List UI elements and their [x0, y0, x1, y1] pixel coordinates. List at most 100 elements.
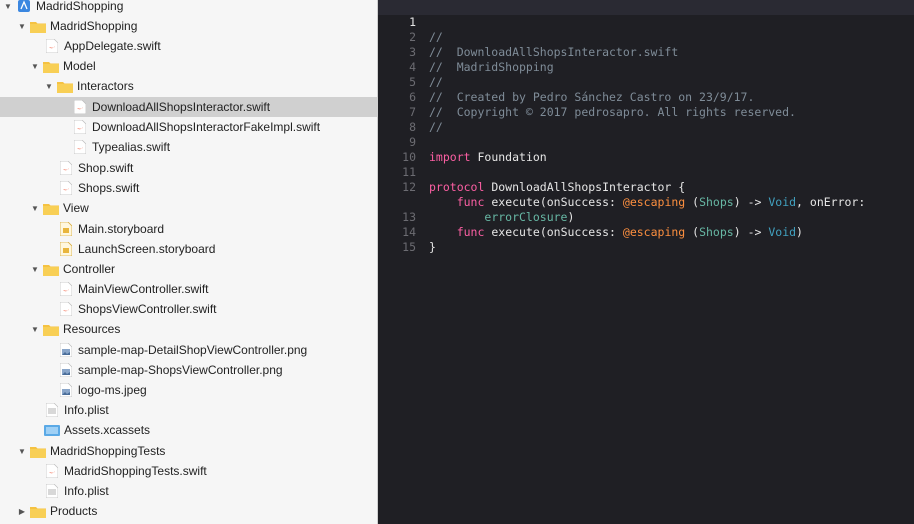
nav-item-label: Products — [50, 504, 98, 518]
code-line[interactable]: 3 // MadridShopping — [378, 30, 914, 74]
image-file-icon — [58, 342, 74, 358]
swift-file-icon — [58, 301, 74, 317]
disclosure-expanded-icon[interactable]: ▼ — [17, 446, 27, 456]
disclosure-collapsed-icon[interactable]: ▶ — [17, 506, 27, 516]
storyboard-icon — [58, 221, 74, 237]
nav-item-label: Typealias.swift — [92, 140, 171, 154]
folder-icon — [43, 321, 59, 337]
code-line[interactable]: 12 func execute(onSuccess: @escaping (Sh… — [378, 165, 914, 224]
nav-item-label: Model — [63, 59, 96, 73]
brace: } — [429, 240, 436, 254]
code-line[interactable]: 5 // Created by Pedro Sánchez Castro on … — [378, 60, 914, 104]
nav-item-label: Interactors — [77, 79, 134, 93]
nav-item-folder[interactable]: ▼ View — [0, 198, 377, 218]
folder-icon — [43, 200, 59, 216]
code-line[interactable]: 6 // Copyright © 2017 pedrosapro. All ri… — [378, 75, 914, 119]
nav-item-label: sample-map-DetailShopViewController.png — [78, 343, 308, 357]
project-navigator: ▼ MadridShopping ▼ MadridShopping AppDel… — [0, 0, 378, 524]
nav-item-file[interactable]: MadridShoppingTests.swift — [0, 461, 377, 481]
nav-item-folder[interactable]: ▼ Interactors — [0, 76, 377, 96]
nav-item-label: MainViewController.swift — [78, 282, 209, 296]
nav-item-folder[interactable]: ▼ Model — [0, 56, 377, 76]
disclosure-expanded-icon[interactable]: ▼ — [30, 61, 40, 71]
nav-item-project[interactable]: ▼ MadridShopping — [0, 0, 377, 16]
code-line[interactable]: 15 — [378, 225, 914, 254]
nav-item-label: View — [63, 201, 89, 215]
nav-item-label: Info.plist — [64, 403, 109, 417]
swift-file-icon — [72, 119, 88, 135]
plist-file-icon — [44, 483, 60, 499]
nav-item-folder[interactable]: ▼ Controller — [0, 259, 377, 279]
source-editor[interactable]: 1 // 2 // DownloadAllShopsInteractor.swi… — [378, 0, 914, 524]
code-line[interactable]: 10 — [378, 135, 914, 164]
swift-file-icon — [58, 180, 74, 196]
nav-item-folder[interactable]: ▶ Products — [0, 501, 377, 521]
nav-item-label: DownloadAllShopsInteractorFakeImpl.swift — [92, 120, 321, 134]
nav-item-label: Resources — [63, 322, 121, 336]
nav-item-file[interactable]: Typealias.swift — [0, 137, 377, 157]
disclosure-expanded-icon[interactable]: ▼ — [44, 81, 54, 91]
nav-item-label: Shops.swift — [78, 181, 140, 195]
nav-item-folder[interactable]: ▼ MadridShoppingTests — [0, 441, 377, 461]
nav-item-file[interactable]: Shop.swift — [0, 158, 377, 178]
storyboard-icon — [58, 241, 74, 257]
disclosure-expanded-icon[interactable]: ▼ — [3, 1, 13, 11]
disclosure-expanded-icon[interactable]: ▼ — [17, 21, 27, 31]
nav-item-file[interactable]: Info.plist — [0, 481, 377, 501]
nav-item-file[interactable]: sample-map-ShopsViewController.png — [0, 360, 377, 380]
nav-item-label: Shop.swift — [78, 161, 134, 175]
folder-icon — [30, 503, 46, 519]
nav-item-label: MadridShoppingTests — [50, 444, 166, 458]
nav-item-file[interactable]: MainViewController.swift — [0, 279, 377, 299]
disclosure-expanded-icon[interactable]: ▼ — [30, 264, 40, 274]
nav-item-file[interactable]: sample-map-DetailShopViewController.png — [0, 340, 377, 360]
code-line[interactable]: 1 // — [378, 0, 914, 44]
swift-file-icon — [72, 99, 88, 115]
line-number: 12 — [402, 180, 416, 194]
nav-item-folder[interactable]: ▼ MadridShopping — [0, 16, 377, 36]
nav-item-label: MadridShopping — [50, 19, 138, 33]
nav-item-label: Assets.xcassets — [64, 423, 151, 437]
folder-icon — [57, 78, 73, 94]
nav-item-folder[interactable]: ▼ Resources — [0, 319, 377, 339]
nav-item-label: Main.storyboard — [78, 222, 165, 236]
code-line[interactable]: 7 // — [378, 90, 914, 134]
nav-item-label: MadridShoppingTests.swift — [64, 464, 207, 478]
folder-icon — [30, 443, 46, 459]
nav-item-file[interactable]: DownloadAllShopsInteractorFakeImpl.swift — [0, 117, 377, 137]
project-icon — [16, 0, 32, 14]
nav-item-file[interactable]: Shops.swift — [0, 178, 377, 198]
nav-item-label: Controller — [63, 262, 116, 276]
nav-item-label: Info.plist — [64, 484, 109, 498]
nav-item-file[interactable]: LaunchScreen.storyboard — [0, 239, 377, 259]
nav-item-label: LaunchScreen.storyboard — [78, 242, 216, 256]
folder-icon — [43, 261, 59, 277]
nav-item-file[interactable]: Main.storyboard — [0, 219, 377, 239]
code-line[interactable]: 8 — [378, 105, 914, 134]
nav-item-file-selected[interactable]: DownloadAllShopsInteractor.swift — [0, 97, 377, 117]
swift-file-icon — [44, 463, 60, 479]
nav-item-file[interactable]: Info.plist — [0, 400, 377, 420]
image-file-icon — [58, 382, 74, 398]
code-line[interactable]: 4 // — [378, 45, 914, 89]
nav-item-label: MadridShopping — [36, 0, 124, 13]
nav-item-file[interactable]: ShopsViewController.swift — [0, 299, 377, 319]
nav-item-label: DownloadAllShopsInteractor.swift — [92, 100, 271, 114]
code-line[interactable]: 13 func execute(onSuccess: @escaping (Sh… — [378, 195, 914, 239]
plist-file-icon — [44, 402, 60, 418]
nav-item-label: AppDelegate.swift — [64, 39, 161, 53]
folder-icon — [30, 18, 46, 34]
nav-item-file[interactable]: logo-ms.jpeg — [0, 380, 377, 400]
disclosure-expanded-icon[interactable]: ▼ — [30, 203, 40, 213]
code-line[interactable]: 2 // DownloadAllShopsInteractor.swift — [378, 15, 914, 59]
disclosure-expanded-icon[interactable]: ▼ — [30, 324, 40, 334]
nav-item-label: logo-ms.jpeg — [78, 383, 147, 397]
nav-item-file[interactable]: Assets.xcassets — [0, 420, 377, 440]
swift-file-icon — [58, 281, 74, 297]
nav-item-file[interactable]: AppDelegate.swift — [0, 36, 377, 56]
code-line[interactable]: 9 import Foundation — [378, 120, 914, 164]
code-line[interactable]: 14 } — [378, 210, 914, 254]
asset-catalog-icon — [44, 422, 60, 438]
code-line[interactable]: 11 protocol DownloadAllShopsInteractor { — [378, 150, 914, 194]
swift-file-icon — [44, 38, 60, 54]
